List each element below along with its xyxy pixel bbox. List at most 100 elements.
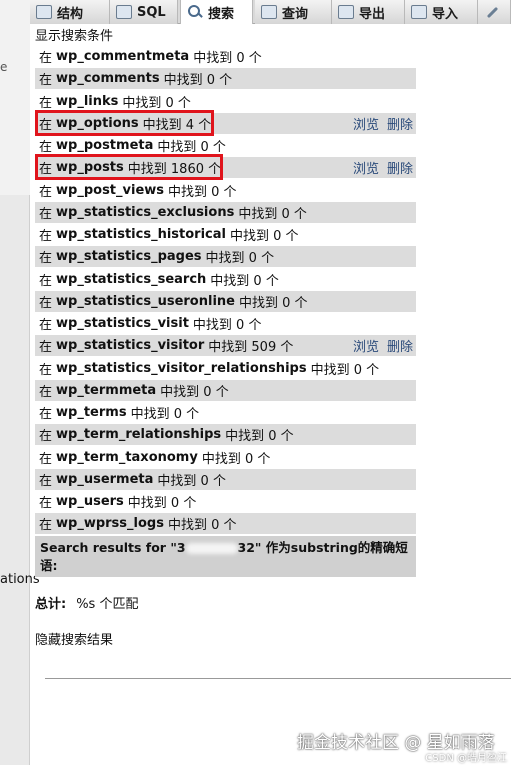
result-row: 在 wp_options 中找到 4 个 浏览 删除 xyxy=(35,109,416,136)
table-name: wp_links xyxy=(56,93,119,109)
result-row: 在 wp_statistics_exclusions 中找到 0 个 xyxy=(35,201,416,223)
table-name: wp_posts xyxy=(56,160,124,176)
match-count: 中找到 0 个 xyxy=(163,73,233,89)
result-row: 在 wp_term_taxonomy 中找到 0 个 xyxy=(39,449,271,467)
delete-link[interactable]: 删除 xyxy=(387,336,413,355)
match-count: 中找到 0 个 xyxy=(229,229,299,244)
tab-structure[interactable]: 结构 xyxy=(30,0,110,24)
table-name: wp_options xyxy=(56,115,139,131)
result-row: 在 wp_users 中找到 0 个 xyxy=(39,494,197,511)
match-count: 中找到 0 个 xyxy=(130,407,200,422)
match-count: 中找到 0 个 xyxy=(225,429,294,445)
match-count: 中找到 0 个 xyxy=(193,51,262,66)
match-count: 中找到 509 个 xyxy=(208,340,294,356)
result-row: 在 wp_usermeta 中找到 0 个 xyxy=(35,468,416,490)
search-icon xyxy=(187,5,203,19)
show-search-criteria-link[interactable]: 显示搜索条件 xyxy=(35,25,113,44)
table-name: wp_usermeta xyxy=(56,471,154,487)
match-count: 中找到 0 个 xyxy=(238,206,307,222)
result-row: 在 wp_statistics_search 中找到 0 个 xyxy=(39,271,279,289)
watermark-small: CSDN @皓月盈江 xyxy=(425,753,507,764)
sidebar-upper-panel xyxy=(0,0,30,195)
match-count: 中找到 0 个 xyxy=(122,95,191,111)
table-name: wp_post_views xyxy=(56,182,165,198)
tab-label: SQL xyxy=(137,4,166,20)
result-row: 在 wp_statistics_useronline 中找到 0 个 xyxy=(35,290,416,312)
result-row: 在 wp_links 中找到 0 个 xyxy=(39,93,191,111)
result-row: 在 wp_comments 中找到 0 个 xyxy=(35,68,416,90)
table-name: wp_statistics_useronline xyxy=(56,293,235,309)
tab-sql[interactable]: SQL xyxy=(110,0,178,24)
match-count: 中找到 0 个 xyxy=(168,184,237,200)
match-count: 中找到 0 个 xyxy=(160,384,229,400)
table-name: wp_statistics_visitor_relationships xyxy=(56,360,307,376)
result-row: 在 wp_statistics_visit 中找到 0 个 xyxy=(39,316,262,333)
tab-import[interactable]: 导入 xyxy=(405,0,478,24)
delete-link[interactable]: 删除 xyxy=(387,114,413,133)
match-count: 中找到 0 个 xyxy=(201,451,271,467)
result-row: 在 wp_statistics_historical 中找到 0 个 xyxy=(39,227,299,244)
table-name: wp_commentmeta xyxy=(56,49,190,64)
match-count: 中找到 0 个 xyxy=(157,473,226,489)
row-actions: 浏览 删除 xyxy=(353,157,413,178)
structure-icon xyxy=(36,5,52,19)
table-name: wp_statistics_historical xyxy=(56,227,226,242)
result-row: 在 wp_term_relationships 中找到 0 个 xyxy=(35,424,416,446)
tab-export[interactable]: 导出 xyxy=(332,0,405,24)
match-count: 中找到 0 个 xyxy=(157,140,226,155)
row-actions: 浏览 删除 xyxy=(353,335,413,356)
tab-label: 导入 xyxy=(432,6,459,22)
result-row: 在 wp_post_views 中找到 0 个 xyxy=(39,182,237,200)
browse-link[interactable]: 浏览 xyxy=(353,114,379,133)
tab-bar: 结构 SQL 搜索 查询 导出 导入 xyxy=(30,0,511,24)
table-name: wp_term_taxonomy xyxy=(56,449,198,465)
match-count: 中找到 1860 个 xyxy=(127,162,222,178)
total-label: 总计: xyxy=(35,597,67,612)
table-name: wp_statistics_exclusions xyxy=(56,204,235,220)
query-icon xyxy=(261,5,277,19)
table-name: wp_statistics_visitor xyxy=(56,338,205,354)
divider xyxy=(45,678,511,679)
table-name: wp_terms xyxy=(56,405,127,420)
tab-label: 查询 xyxy=(282,6,309,22)
result-row: 在 wp_posts 中找到 1860 个 浏览 删除 xyxy=(35,154,416,181)
tab-query[interactable]: 查询 xyxy=(255,0,332,24)
result-row: 在 wp_commentmeta 中找到 0 个 xyxy=(39,49,262,66)
import-icon xyxy=(411,5,427,19)
table-name: wp_postmeta xyxy=(56,138,154,153)
table-name: wp_comments xyxy=(56,71,160,87)
hide-results-link[interactable]: 隐藏搜索结果 xyxy=(35,629,113,648)
table-name: wp_statistics_visit xyxy=(56,316,189,331)
match-count: 中找到 0 个 xyxy=(238,295,308,311)
sidebar-strip: e ations xyxy=(0,0,40,765)
tab-label: 结构 xyxy=(57,6,84,22)
total-value: %s 个匹配 xyxy=(76,597,139,612)
table-name: wp_statistics_search xyxy=(56,271,207,287)
table-name: wp_term_relationships xyxy=(56,427,222,443)
result-row: 在 wp_statistics_pages 中找到 0 个 xyxy=(35,246,416,268)
browse-link[interactable]: 浏览 xyxy=(353,158,379,177)
result-row: 在 wp_termmeta 中找到 0 个 xyxy=(35,379,416,401)
tab-label: 搜索 xyxy=(208,6,235,22)
table-name: wp_users xyxy=(56,494,124,509)
match-count: 中找到 0 个 xyxy=(167,518,237,534)
delete-link[interactable]: 删除 xyxy=(387,158,413,177)
search-summary: Search results for "3 32" 作为substring的精确短… xyxy=(35,536,416,577)
result-row: 在 wp_terms 中找到 0 个 xyxy=(39,405,200,422)
browse-link[interactable]: 浏览 xyxy=(353,336,379,355)
table-name: wp_statistics_pages xyxy=(56,249,202,265)
result-row: 在 wp_postmeta 中找到 0 个 xyxy=(39,138,226,155)
table-name: wp_wprss_logs xyxy=(56,516,164,532)
sidebar-cut-label[interactable]: ations xyxy=(0,572,40,587)
total-matches: 总计: %s 个匹配 xyxy=(35,593,138,612)
export-icon xyxy=(338,5,354,19)
match-count: 中找到 4 个 xyxy=(142,117,212,133)
table-name: wp_termmeta xyxy=(56,382,157,398)
result-row: 在 wp_wprss_logs 中找到 0 个 xyxy=(35,513,416,535)
match-count: 中找到 0 个 xyxy=(310,362,380,378)
tab-search[interactable]: 搜索 xyxy=(180,0,253,24)
wrench-icon xyxy=(484,5,500,19)
sidebar-mark: e xyxy=(0,60,8,74)
tab-operations[interactable] xyxy=(478,0,511,24)
results-list: 在 wp_commentmeta 中找到 0 个 在 wp_comments 中找到 0… xyxy=(35,46,416,536)
